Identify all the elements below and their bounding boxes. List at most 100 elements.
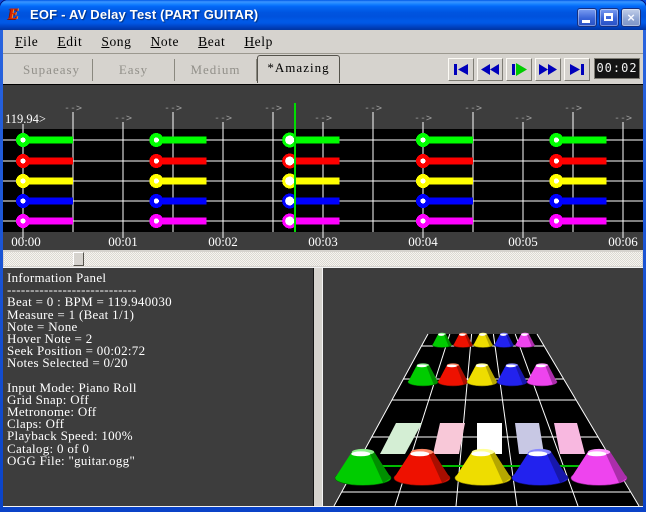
note-sustain[interactable]	[156, 218, 206, 225]
timestamp-label: 00:00	[11, 234, 41, 249]
close-icon: ×	[622, 10, 640, 26]
fast-forward-icon	[536, 59, 560, 80]
note-sustain[interactable]	[423, 218, 473, 225]
menu-song[interactable]: Song	[101, 34, 131, 50]
note-head-center	[554, 158, 559, 163]
bpm-label: 119.94>	[5, 112, 46, 126]
info-notes-selected: Notes Selected = 0/20	[7, 357, 313, 369]
beat-arrow: -->	[314, 113, 332, 124]
note-head-center	[154, 137, 159, 142]
time-display: 00:02	[594, 58, 640, 79]
menu-beat[interactable]: Beat	[198, 34, 225, 50]
note-sustain[interactable]	[23, 137, 73, 144]
maximize-button[interactable]	[599, 8, 619, 27]
beat-arrow: -->	[614, 113, 632, 124]
minimize-button[interactable]	[577, 8, 597, 27]
beat-arrow: -->	[164, 103, 182, 114]
note-head-center	[154, 178, 159, 183]
note-sustain[interactable]	[556, 218, 606, 225]
tab-medium[interactable]: Medium	[175, 59, 257, 81]
preview-3d-panel	[322, 268, 643, 506]
note-sustain[interactable]	[423, 178, 473, 185]
note-head-center	[285, 217, 294, 226]
seek-scrollbar[interactable]	[3, 250, 643, 267]
beat-arrow: -->	[264, 103, 282, 114]
note-sustain[interactable]	[23, 158, 73, 165]
note-sustain[interactable]	[556, 198, 606, 205]
scrollbar-thumb[interactable]	[73, 252, 84, 266]
note-sustain[interactable]	[556, 178, 606, 185]
note-sustain[interactable]	[156, 198, 206, 205]
note-head-center	[420, 158, 425, 163]
beat-arrow: -->	[464, 103, 482, 114]
piano-roll-canvas[interactable]: -->-->-->-->-->-->-->-->-->-->-->-->119.…	[3, 85, 643, 250]
fast-forward-button[interactable]	[535, 58, 561, 81]
go-to-end-button[interactable]	[564, 58, 590, 81]
minimize-icon	[582, 20, 590, 23]
close-button[interactable]: ×	[621, 8, 641, 27]
tab-supaeasy[interactable]: Supaeasy	[11, 59, 93, 81]
beat-arrow: -->	[414, 113, 432, 124]
piano-roll[interactable]: -->-->-->-->-->-->-->-->-->-->-->-->119.…	[3, 85, 643, 250]
note-sustain[interactable]	[23, 178, 73, 185]
note-head-center	[285, 136, 294, 145]
note-sustain[interactable]	[423, 137, 473, 144]
beat-arrow: -->	[114, 113, 132, 124]
note-sustain[interactable]	[23, 198, 73, 205]
note-head-center	[154, 158, 159, 163]
note-sustain[interactable]	[156, 178, 206, 185]
preview-3d-canvas	[322, 268, 643, 506]
info-ogg-file: OGG File: "guitar.ogg"	[7, 455, 313, 467]
note-head-center	[420, 198, 425, 203]
rewind-icon	[478, 59, 502, 80]
note-head-center	[20, 137, 25, 142]
window-title: EOF - AV Delay Test (PART GUITAR)	[30, 7, 258, 23]
toolbar: Supaeasy Easy Medium *Amazing 00:02	[3, 54, 643, 85]
go-to-start-icon	[449, 59, 473, 80]
note-head-center	[20, 218, 25, 223]
timestamp-label: 00:01	[108, 234, 138, 249]
menu-help[interactable]: Help	[244, 34, 273, 50]
beat-arrow: -->	[564, 103, 582, 114]
menu-note[interactable]: Note	[151, 34, 180, 50]
note-head-center	[20, 198, 25, 203]
play-icon	[507, 59, 531, 80]
note-head-center	[420, 178, 425, 183]
preview-left-edge	[322, 268, 323, 506]
play-button[interactable]	[506, 58, 532, 81]
note-head-center	[554, 178, 559, 183]
eof-window: { "window": { "title": "EOF - AV Delay T…	[0, 0, 646, 512]
note-head-center	[285, 197, 294, 206]
transport-controls: 00:02	[448, 58, 640, 81]
note-sustain[interactable]	[23, 218, 73, 225]
menu-file[interactable]: File	[15, 34, 38, 50]
beat-arrow: -->	[514, 113, 532, 124]
note-head-center	[554, 218, 559, 223]
note-sustain[interactable]	[156, 137, 206, 144]
note-head-center	[285, 157, 294, 166]
note-sustain[interactable]	[556, 137, 606, 144]
note-sustain[interactable]	[556, 158, 606, 165]
maximize-icon	[604, 13, 613, 21]
go-to-end-icon	[565, 59, 589, 80]
note-head-center	[420, 137, 425, 142]
note-sustain[interactable]	[156, 158, 206, 165]
rewind-button[interactable]	[477, 58, 503, 81]
note-head-center	[285, 177, 294, 186]
timestamp-label: 00:04	[408, 234, 438, 249]
note-head-center	[554, 198, 559, 203]
go-to-start-button[interactable]	[448, 58, 474, 81]
note-head-center	[20, 178, 25, 183]
titlebar: E EOF - AV Delay Test (PART GUITAR) ×	[0, 0, 646, 30]
menu-edit[interactable]: Edit	[57, 34, 82, 50]
information-panel: Information Panel ----------------------…	[3, 268, 313, 506]
bottom-panels: Information Panel ----------------------…	[3, 267, 643, 507]
note-head-center	[554, 137, 559, 142]
note-sustain[interactable]	[423, 158, 473, 165]
panel-divider	[313, 268, 322, 506]
tab-amazing[interactable]: *Amazing	[257, 55, 340, 83]
note-sustain[interactable]	[423, 198, 473, 205]
note-head-center	[20, 158, 25, 163]
tab-easy[interactable]: Easy	[93, 59, 175, 81]
scrollbar-track[interactable]	[4, 252, 642, 266]
